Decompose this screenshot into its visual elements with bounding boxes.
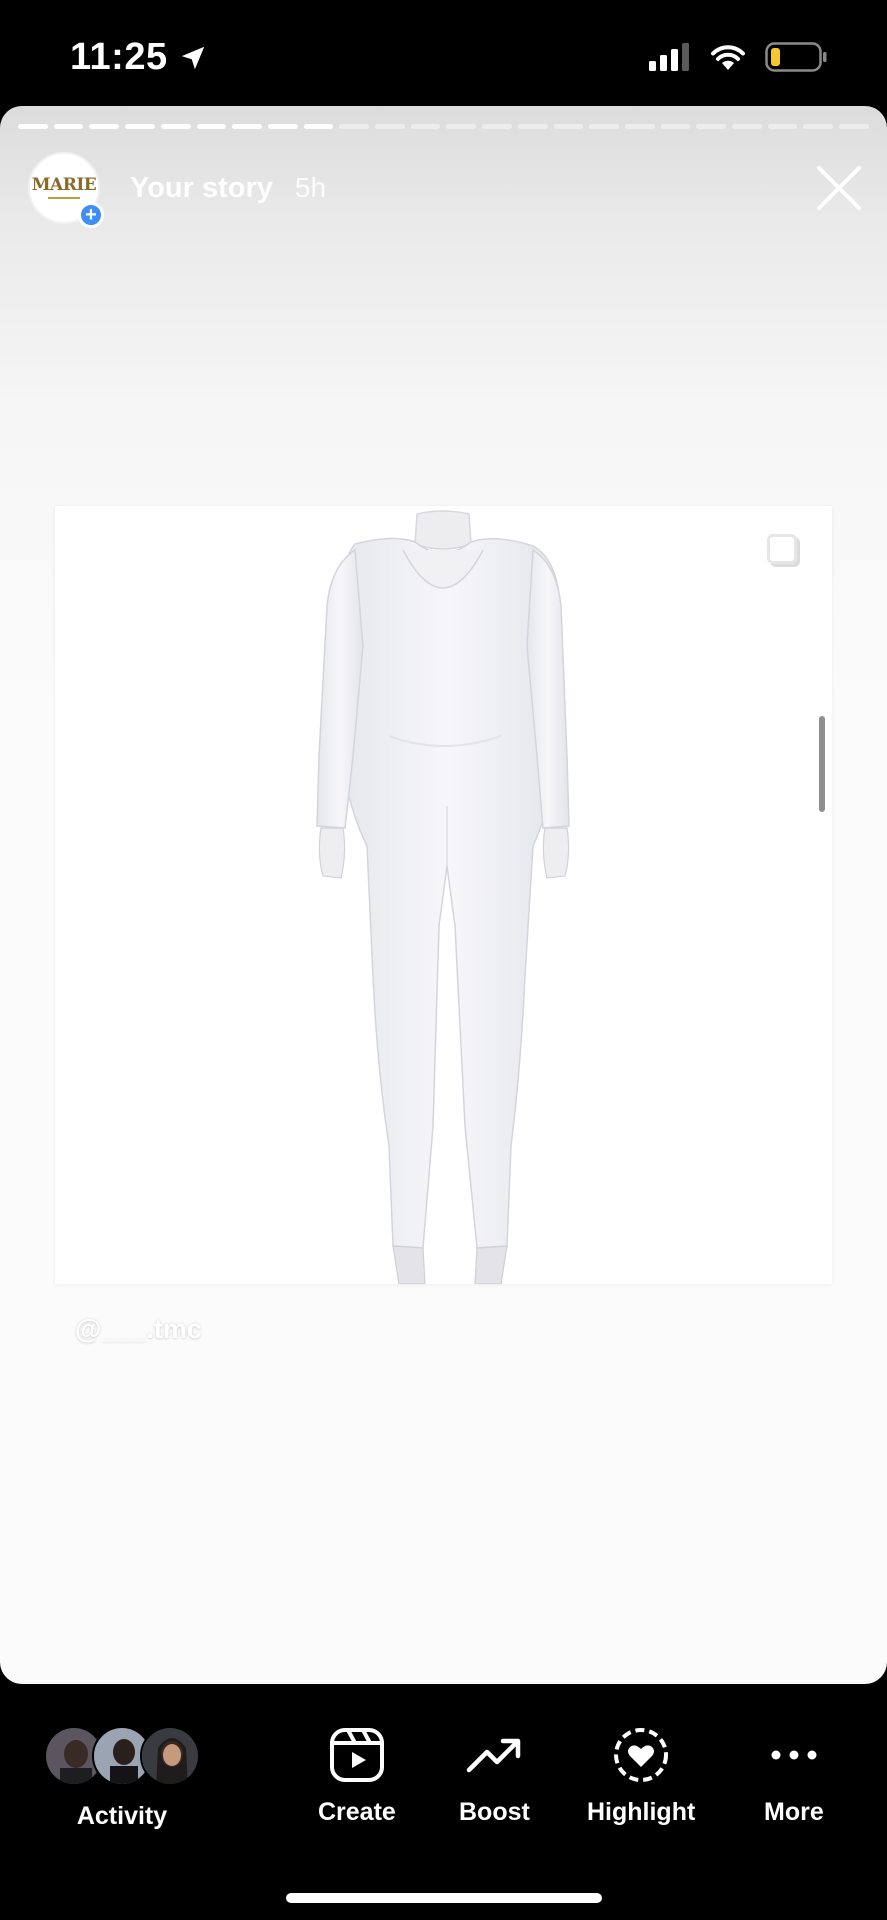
- reels-create-icon: [329, 1728, 384, 1782]
- story-progress-segment: [803, 124, 834, 129]
- home-indicator[interactable]: [286, 1893, 602, 1903]
- story-progress-segment: [660, 124, 691, 129]
- story-progress-segment: [303, 124, 334, 129]
- activity-button[interactable]: Activity: [44, 1726, 200, 1831]
- avatar-logo-text: MARIE: [31, 175, 97, 195]
- story-progress-bar: [18, 124, 869, 129]
- story-progress-segment: [125, 124, 155, 129]
- story-progress-segment: [375, 124, 405, 129]
- story-progress-segment: [839, 124, 869, 129]
- avatar-logo-underline: [48, 197, 80, 199]
- boost-label: Boost: [459, 1798, 530, 1826]
- story-time-ago: 5h: [294, 172, 327, 203]
- story-progress-segment: [589, 124, 619, 129]
- add-story-icon[interactable]: +: [78, 202, 104, 228]
- story-progress-segment: [624, 124, 655, 129]
- image-scroll-indicator: [819, 716, 825, 812]
- story-progress-segment: [553, 124, 584, 129]
- more-button[interactable]: More: [764, 1726, 824, 1827]
- wifi-icon: [711, 45, 745, 70]
- mention-sticker[interactable]: @___.tmc: [75, 1314, 202, 1345]
- story-viewer[interactable]: MARIE + Your story 5h @___.tmc: [0, 106, 887, 1684]
- status-time: 11:25: [70, 36, 208, 79]
- story-progress-segment: [696, 124, 727, 129]
- close-button[interactable]: [813, 162, 865, 214]
- activity-label: Activity: [76, 1802, 168, 1830]
- story-progress-segment: [446, 124, 477, 129]
- story-progress-segment: [482, 124, 512, 129]
- story-progress-segment: [196, 124, 227, 129]
- story-progress-segment: [267, 124, 298, 129]
- more-label: More: [764, 1798, 824, 1826]
- story-action-bar: Activity Create Boost Highlight More: [0, 1684, 887, 1920]
- more-dots-icon: [771, 1750, 817, 1760]
- status-icons: [649, 42, 827, 72]
- story-progress-segment: [160, 124, 191, 129]
- trending-up-icon: [467, 1738, 521, 1773]
- story-header: MARIE + Your story 5h: [28, 148, 865, 228]
- viewer-avatar: [140, 1726, 200, 1786]
- battery-level: [771, 48, 780, 66]
- profile-avatar[interactable]: MARIE +: [28, 152, 104, 228]
- story-progress-segment: [767, 124, 798, 129]
- highlight-heart-icon: [614, 1728, 669, 1782]
- jumpsuit-product-image: [316, 510, 570, 1284]
- close-icon: [817, 166, 861, 210]
- select-checkbox: [767, 534, 797, 564]
- highlight-button[interactable]: Highlight: [587, 1726, 695, 1827]
- battery-icon: [765, 42, 827, 72]
- boost-button[interactable]: Boost: [459, 1726, 530, 1827]
- story-progress-segment: [18, 124, 48, 129]
- clock-text: 11:25: [70, 36, 168, 78]
- highlight-label: Highlight: [587, 1798, 696, 1826]
- story-progress-segment: [732, 124, 762, 129]
- location-arrow-icon: [181, 46, 204, 69]
- story-image: [55, 506, 832, 1284]
- status-bar: 11:25: [0, 0, 887, 106]
- story-progress-segment: [410, 124, 441, 129]
- story-progress-segment: [232, 124, 262, 129]
- create-label: Create: [318, 1798, 396, 1826]
- cellular-signal-icon: [649, 43, 689, 71]
- story-progress-segment: [339, 124, 370, 129]
- story-progress-segment: [89, 124, 120, 129]
- story-progress-segment: [517, 124, 548, 129]
- activity-avatars: [44, 1726, 200, 1788]
- story-progress-segment: [53, 124, 84, 129]
- create-button[interactable]: Create: [318, 1726, 396, 1827]
- story-username[interactable]: Your story: [130, 172, 273, 205]
